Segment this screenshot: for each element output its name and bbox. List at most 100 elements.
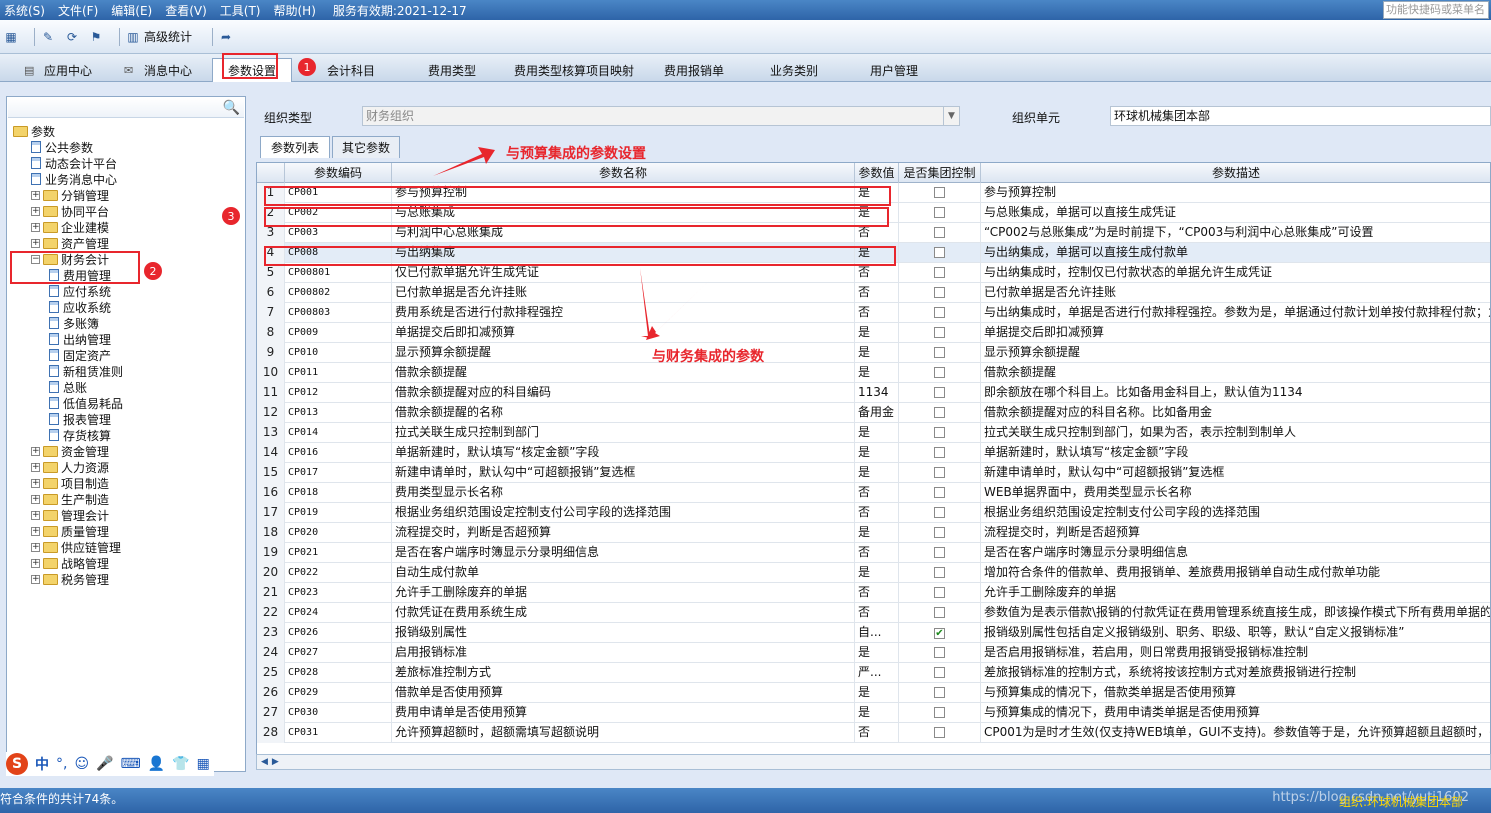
cell-name[interactable]: 已付款单据是否允许挂账 [392, 283, 855, 303]
group-control-checkbox[interactable] [934, 647, 945, 658]
group-control-checkbox[interactable] [934, 407, 945, 418]
cell-code[interactable]: CP011 [285, 363, 392, 383]
tree-node[interactable]: + 项目制造 [31, 475, 109, 491]
cell-desc[interactable]: 与总账集成，单据可以直接生成凭证 [981, 203, 1490, 223]
cell-grp[interactable] [899, 403, 981, 423]
cell-val[interactable]: 否 [855, 603, 899, 623]
cell-code[interactable]: CP00803 [285, 303, 392, 323]
group-control-checkbox[interactable] [934, 667, 945, 678]
cell-val[interactable]: 否 [855, 483, 899, 503]
cell-code[interactable]: CP018 [285, 483, 392, 503]
cell-desc[interactable]: 与出纳集成时，控制仅已付款状态的单据允许生成凭证 [981, 263, 1490, 283]
group-control-checkbox[interactable] [934, 247, 945, 258]
cell-grp[interactable] [899, 703, 981, 723]
cell-val[interactable]: 是 [855, 643, 899, 663]
cell-code[interactable]: CP029 [285, 683, 392, 703]
tab-expense-types[interactable]: 费用类型 [404, 58, 500, 82]
cell-val[interactable]: 否 [855, 303, 899, 323]
scroll-left-icon[interactable]: ◀ [261, 757, 268, 767]
tab-user-management[interactable]: 用户管理 [848, 58, 940, 82]
table-row[interactable]: 17 CP019 根据业务组织范围设定控制支付公司字段的选择范围否根据业务组织范围设… [257, 503, 1490, 523]
menu-edit[interactable]: 编辑(E) [111, 2, 152, 19]
tree-node[interactable]: 低值易耗品 [49, 395, 123, 411]
cell-code[interactable]: CP020 [285, 523, 392, 543]
tree-node[interactable]: 出纳管理 [49, 331, 111, 347]
cell-grp[interactable] [899, 283, 981, 303]
tree-node[interactable]: + 分销管理 [31, 187, 109, 203]
cell-val[interactable]: 是 [855, 703, 899, 723]
tree-node[interactable]: 动态会计平台 [31, 155, 117, 171]
cell-name[interactable]: 借款余额提醒的名称 [392, 403, 855, 423]
table-row[interactable]: 10 CP011 借款余额提醒是借款余额提醒 [257, 363, 1490, 383]
tree-node[interactable]: 参数 [13, 123, 55, 139]
table-row[interactable]: 19 CP021 是否在客户端序时簿显示分录明细信息否是否在客户端序时簿显示分录明细… [257, 543, 1490, 563]
cell-name[interactable]: 允许预算超额时，超额需填写超额说明 [392, 723, 855, 743]
cell-code[interactable]: CP009 [285, 323, 392, 343]
cell-grp[interactable] [899, 463, 981, 483]
cell-name[interactable]: 仅已付款单据允许生成凭证 [392, 263, 855, 283]
cell-grp[interactable] [899, 183, 981, 203]
cell-val[interactable]: 否 [855, 543, 899, 563]
cell-desc[interactable]: 参数值为是表示借款\报销的付款凭证在费用管理系统直接生成，即该操作模式下所有费用… [981, 603, 1490, 623]
cell-grp[interactable] [899, 203, 981, 223]
grid-icon[interactable]: ▦ [4, 30, 18, 44]
table-row[interactable]: 28 CP031 允许预算超额时，超额需填写超额说明否 CP001为是时才生效(仅支持… [257, 723, 1490, 743]
cell-desc[interactable]: 已付款单据是否允许挂账 [981, 283, 1490, 303]
cell-desc[interactable]: 是否启用报销标准，若启用，则日常费用报销受报销标准控制 [981, 643, 1490, 663]
cell-code[interactable]: CP019 [285, 503, 392, 523]
cell-desc[interactable]: 流程提交时，判断是否超预算 [981, 523, 1490, 543]
cell-val[interactable]: 是 [855, 363, 899, 383]
table-row[interactable]: 20 CP022 自动生成付款单是 增加符合条件的借款单、费用报销单、差旅费用报销单自… [257, 563, 1490, 583]
cell-val[interactable]: 是 [855, 523, 899, 543]
table-row[interactable]: 24 CP027 启用报销标准是 是否启用报销标准，若启用，则日常费用报销受报销标准控… [257, 643, 1490, 663]
cell-desc[interactable]: “CP002与总账集成”为是时前提下，“CP003与利润中心总账集成”可设置 [981, 223, 1490, 243]
group-control-checkbox[interactable] [934, 367, 945, 378]
group-control-checkbox[interactable] [934, 467, 945, 478]
cell-val[interactable]: 否 [855, 583, 899, 603]
cell-val[interactable]: 自... [855, 623, 899, 643]
cell-grp[interactable] [899, 663, 981, 683]
group-control-checkbox[interactable] [934, 207, 945, 218]
expand-icon[interactable]: + [31, 462, 40, 472]
cell-grp[interactable] [899, 723, 981, 743]
cell-grp[interactable] [899, 303, 981, 323]
expand-icon[interactable]: + [31, 558, 40, 568]
advanced-stats-button[interactable]: ▥ 高级统计 [126, 28, 192, 45]
tree-node[interactable]: + 人力资源 [31, 459, 109, 475]
cell-grp[interactable] [899, 443, 981, 463]
quick-search-input[interactable]: 功能快捷码或菜单名 [1383, 1, 1489, 19]
group-control-checkbox[interactable] [934, 447, 945, 458]
cell-name[interactable]: 拉式关联生成只控制到部门 [392, 423, 855, 443]
group-control-checkbox[interactable] [934, 267, 945, 278]
table-row[interactable]: 16 CP018 费用类型显示长名称否 WEB单据界面中，费用类型显示长名称 [257, 483, 1490, 503]
tab-app-center[interactable]: ▤ 应用中心 [18, 58, 98, 82]
brush-icon[interactable]: ✎ [41, 30, 55, 44]
tree-node[interactable]: + 税务管理 [31, 571, 109, 587]
cell-code[interactable]: CP022 [285, 563, 392, 583]
cell-desc[interactable]: 根据业务组织范围设定控制支付公司字段的选择范围 [981, 503, 1490, 523]
cell-grp[interactable] [899, 263, 981, 283]
tree-node[interactable]: 固定资产 [49, 347, 111, 363]
cell-name[interactable]: 允许手工删除废弃的单据 [392, 583, 855, 603]
table-row[interactable]: 13 CP014 拉式关联生成只控制到部门是 拉式关联生成只控制到部门，如果为否，表示… [257, 423, 1490, 443]
cell-desc[interactable]: 与出纳集成时，单据是否进行付款排程强控。参数为是，单据通过付款计划单按付款排程付… [981, 303, 1490, 323]
header-value[interactable]: 参数值 [855, 163, 899, 183]
cell-grp[interactable] [899, 563, 981, 583]
tree-node[interactable]: 存货核算 [49, 427, 111, 443]
tree-node[interactable]: + 供应链管理 [31, 539, 121, 555]
cell-name[interactable]: 借款余额提醒 [392, 363, 855, 383]
cell-desc[interactable]: 新建申请单时，默认勾中“可超额报销”复选框 [981, 463, 1490, 483]
header-group-control[interactable]: 是否集团控制 [899, 163, 981, 183]
user-icon[interactable]: 👤 [148, 756, 165, 772]
cell-val[interactable]: 是 [855, 323, 899, 343]
cell-name[interactable]: 费用类型显示长名称 [392, 483, 855, 503]
table-row[interactable]: 21 CP023 允许手工删除废弃的单据否允许手工删除废弃的单据 [257, 583, 1490, 603]
cell-grp[interactable] [899, 323, 981, 343]
menu-system[interactable]: 系统(S) [4, 2, 45, 19]
cell-name[interactable]: 启用报销标准 [392, 643, 855, 663]
cell-val[interactable]: 是 [855, 463, 899, 483]
cell-desc[interactable]: 差旅报销标准的控制方式，系统将按该控制方式对差旅费报销进行控制 [981, 663, 1490, 683]
cell-desc[interactable]: 参与预算控制 [981, 183, 1490, 203]
group-control-checkbox[interactable] [934, 307, 945, 318]
expand-icon[interactable]: + [31, 238, 40, 248]
